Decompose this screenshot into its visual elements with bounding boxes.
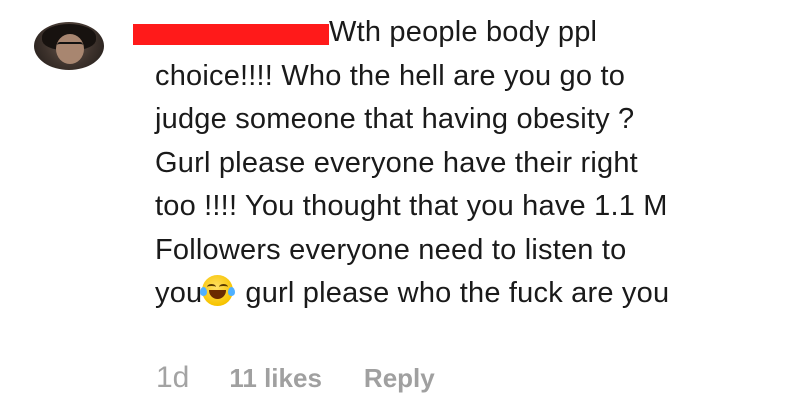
- comment-line-2: choice!!!! Who the hell are you go to: [155, 59, 626, 92]
- likes-count-link[interactable]: 11 likes: [229, 363, 322, 394]
- avatar-glasses: [57, 42, 83, 50]
- comment-line-3: judge someone that having obesity ?: [155, 103, 635, 135]
- comment-line-1: Wth people body ppl: [329, 16, 598, 48]
- comment-line-6: Followers everyone need to listen to: [155, 233, 627, 266]
- laughing-tears-emoji-icon: [200, 275, 236, 306]
- comment-line-5: too !!!! You thought that you have 1.1 M: [155, 190, 668, 222]
- avatar[interactable]: [34, 22, 104, 70]
- emoji-tear-right: [228, 287, 236, 296]
- comment-timestamp: 1d: [156, 361, 190, 394]
- comment-line-4: Gurl please everyone have their right: [155, 146, 638, 179]
- username-wrap[interactable]: iamwhdkses: [133, 11, 329, 55]
- reply-button[interactable]: Reply: [364, 363, 435, 394]
- comment: iamwhdkses Wth people body ppl choice!!!…: [0, 0, 800, 405]
- comment-meta: 1d 11 likes Reply: [156, 358, 435, 398]
- comment-text: iamwhdkses Wth people body ppl choice!!!…: [133, 11, 785, 316]
- redaction-bar: [133, 24, 329, 45]
- emoji-tear-left: [200, 287, 208, 296]
- emoji-mouth: [209, 290, 227, 299]
- comment-line-7: you: [155, 277, 203, 309]
- comment-line-7-end: gurl please who the fuck are you: [245, 277, 670, 309]
